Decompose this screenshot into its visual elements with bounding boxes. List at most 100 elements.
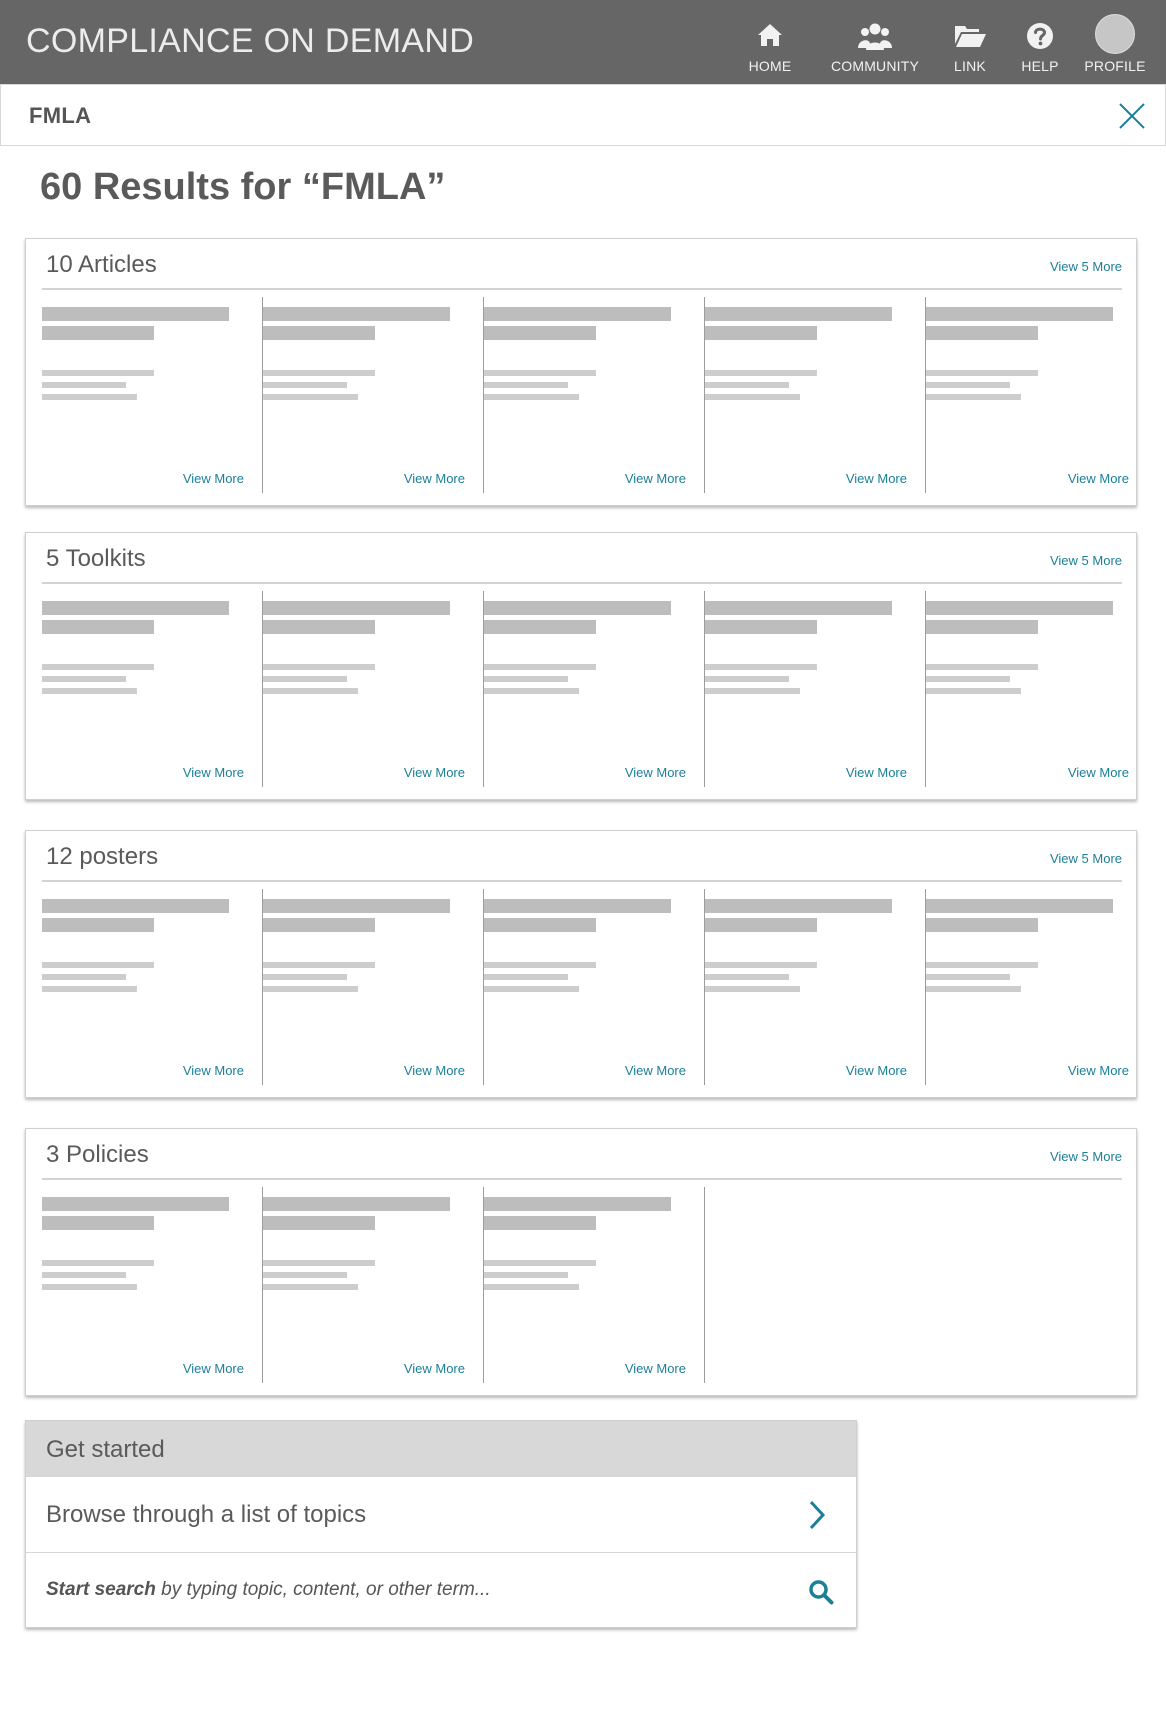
card-view-more-link[interactable]: View More <box>404 765 465 780</box>
placeholder-title <box>42 899 229 913</box>
placeholder-title <box>926 899 1113 913</box>
close-icon[interactable] <box>1117 101 1147 131</box>
card-view-more-link[interactable]: View More <box>1068 471 1129 486</box>
card-view-more-link[interactable]: View More <box>1068 1063 1129 1078</box>
nav-home-label: HOME <box>748 58 792 74</box>
result-card[interactable]: View More <box>705 297 926 493</box>
card-view-more-link[interactable]: View More <box>183 765 244 780</box>
placeholder-text <box>926 986 1021 992</box>
chevron-right-icon <box>809 1500 826 1530</box>
result-card[interactable]: View More <box>484 889 705 1085</box>
result-card[interactable]: View More <box>705 889 926 1085</box>
browse-topics-button[interactable]: Browse through a list of topics <box>26 1477 856 1553</box>
card-view-more-link[interactable]: View More <box>625 471 686 486</box>
placeholder-text <box>42 676 126 682</box>
placeholder-text <box>263 1260 375 1266</box>
result-card[interactable]: View More <box>263 297 484 493</box>
brand-title: COMPLIANCE ON DEMAND <box>26 22 475 60</box>
card-view-more-link[interactable]: View More <box>183 1063 244 1078</box>
placeholder-title <box>42 1197 229 1211</box>
placeholder-text <box>705 664 817 670</box>
placeholder-title <box>705 601 892 615</box>
placeholder-text <box>263 382 347 388</box>
placeholder-title <box>926 326 1038 340</box>
card-view-more-link[interactable]: View More <box>404 1361 465 1376</box>
result-card[interactable]: View More <box>484 591 705 787</box>
results-title: 60 Results for “FMLA” <box>40 166 446 208</box>
result-card[interactable]: View More <box>263 591 484 787</box>
card-view-more-link[interactable]: View More <box>846 471 907 486</box>
view-more-section-link[interactable]: View 5 More <box>1050 851 1122 866</box>
placeholder-text <box>705 688 800 694</box>
result-card[interactable]: View More <box>926 297 1147 493</box>
card-view-more-link[interactable]: View More <box>625 1063 686 1078</box>
card-view-more-link[interactable]: View More <box>625 1361 686 1376</box>
placeholder-text <box>705 986 800 992</box>
placeholder-text <box>484 394 579 400</box>
placeholder-text <box>705 676 789 682</box>
result-card[interactable]: View More <box>42 1187 263 1383</box>
view-more-section-link[interactable]: View 5 More <box>1050 553 1122 568</box>
nav-help[interactable]: HELP <box>1015 0 1065 84</box>
card-view-more-link[interactable]: View More <box>404 1063 465 1078</box>
result-card[interactable]: View More <box>42 889 263 1085</box>
placeholder-text <box>263 1272 347 1278</box>
result-card[interactable]: View More <box>484 1187 705 1383</box>
result-card[interactable]: View More <box>42 591 263 787</box>
placeholder-title <box>42 620 154 634</box>
placeholder-title <box>263 620 375 634</box>
placeholder-text <box>42 1272 126 1278</box>
placeholder-text <box>705 370 817 376</box>
nav-profile[interactable]: PROFILE <box>1080 0 1150 84</box>
placeholder-text <box>263 962 375 968</box>
section-articles: 10 Articles View 5 More View More View M… <box>25 238 1137 506</box>
section-divider <box>42 1178 1122 1180</box>
search-input[interactable] <box>44 1573 784 1607</box>
placeholder-title <box>484 307 671 321</box>
view-more-section-link[interactable]: View 5 More <box>1050 259 1122 274</box>
result-card[interactable]: View More <box>263 889 484 1085</box>
result-card[interactable]: View More <box>484 297 705 493</box>
search-icon[interactable] <box>808 1579 834 1605</box>
result-card[interactable]: View More <box>42 297 263 493</box>
placeholder-title <box>263 918 375 932</box>
avatar <box>1095 14 1135 54</box>
placeholder-text <box>705 974 789 980</box>
section-toolkits: 5 Toolkits View 5 More View More View Mo… <box>25 532 1137 800</box>
card-view-more-link[interactable]: View More <box>625 765 686 780</box>
result-card[interactable]: View More <box>263 1187 484 1383</box>
placeholder-title <box>42 1216 154 1230</box>
placeholder-text <box>926 394 1021 400</box>
view-more-section-link[interactable]: View 5 More <box>1050 1149 1122 1164</box>
placeholder-title <box>484 918 596 932</box>
placeholder-title <box>484 899 671 913</box>
placeholder-text <box>484 962 596 968</box>
search-term-bar: FMLA <box>0 84 1166 146</box>
placeholder-text <box>484 974 568 980</box>
placeholder-title <box>705 307 892 321</box>
card-view-more-link[interactable]: View More <box>1068 765 1129 780</box>
placeholder-text <box>263 986 358 992</box>
nav-link[interactable]: LINK <box>945 0 995 84</box>
result-card[interactable]: View More <box>705 591 926 787</box>
search-term: FMLA <box>29 103 92 128</box>
placeholder-title <box>926 620 1038 634</box>
placeholder-title <box>484 1197 671 1211</box>
placeholder-text <box>42 986 137 992</box>
nav-home[interactable]: HOME <box>740 0 800 84</box>
placeholder-text <box>42 1284 137 1290</box>
placeholder-text <box>263 974 347 980</box>
card-view-more-link[interactable]: View More <box>846 765 907 780</box>
result-card[interactable]: View More <box>926 889 1147 1085</box>
card-row: View More View More View More <box>42 1187 705 1383</box>
placeholder-title <box>926 918 1038 932</box>
card-view-more-link[interactable]: View More <box>404 471 465 486</box>
users-icon <box>858 23 892 50</box>
card-view-more-link[interactable]: View More <box>183 471 244 486</box>
result-card[interactable]: View More <box>926 591 1147 787</box>
nav-community[interactable]: COMMUNITY <box>820 0 930 84</box>
placeholder-text <box>926 382 1010 388</box>
card-view-more-link[interactable]: View More <box>846 1063 907 1078</box>
card-view-more-link[interactable]: View More <box>183 1361 244 1376</box>
placeholder-text <box>705 382 789 388</box>
